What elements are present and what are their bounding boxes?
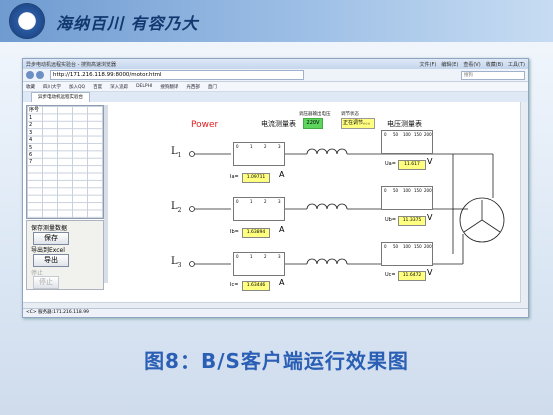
current-meter-title: 电流测量表 xyxy=(261,120,296,128)
university-logo xyxy=(9,3,45,39)
ammeter-c: 0123 xyxy=(233,252,285,276)
menu-edit[interactable]: 编辑(E) xyxy=(441,61,458,68)
browser-title: 异步电动机远程实验台 - 搜狗高速浏览器 xyxy=(26,61,116,68)
back-icon[interactable] xyxy=(26,71,34,79)
current-b-unit: A xyxy=(279,225,285,234)
ammeter-b: 0123 xyxy=(233,197,285,221)
adjust-status-label: 调节状态 xyxy=(341,112,359,117)
menu-tools[interactable]: 工具(T) xyxy=(508,61,525,68)
voltmeter-c: 0 50 100 150 200 xyxy=(381,242,433,266)
regulator-label: 调压器输出电压 xyxy=(299,112,331,117)
voltmeter-b: 0 50 100 150 200 xyxy=(381,186,433,210)
fav-item[interactable]: 搜狗翻译 xyxy=(160,84,178,90)
voltage-c-value: 11.6472 xyxy=(398,271,426,281)
voltage-c-name: Uc= xyxy=(385,272,396,278)
slide-caption: 图8：B/S客户端运行效果图 xyxy=(144,349,409,373)
fav-item[interactable]: 百度 xyxy=(93,84,102,90)
browser-window: 异步电动机远程实验台 - 搜狗高速浏览器 文件(F) 编辑(E) 查看(V) 收… xyxy=(22,58,529,318)
current-c-unit: A xyxy=(279,278,285,287)
forward-icon[interactable] xyxy=(36,71,44,79)
fav-item[interactable]: 直门 xyxy=(208,84,217,90)
line-label-l3: L3 xyxy=(171,256,182,269)
fav-item[interactable]: 收藏 xyxy=(26,84,35,90)
tab-motor-lab[interactable]: 异步电动机远程实验台 xyxy=(31,92,90,102)
page-content: 序号 1 2 3 4 5 6 7 保存测量数据 保存 导出到Excel 导出 停… xyxy=(23,102,528,309)
voltage-b-name: Ub= xyxy=(385,217,397,223)
favorites-bar: 收藏 四川大学 加入QQ 百度 深入追踪 DELPHI 搜狗翻译 光西部 直门 xyxy=(23,82,528,92)
address-bar: http://171.216.118.99:8000/motor.html 搜狗 xyxy=(23,69,528,82)
menu-file[interactable]: 文件(F) xyxy=(420,61,437,68)
line-label-l2: L2 xyxy=(171,201,182,214)
current-c-name: Ic= xyxy=(230,282,239,288)
fav-item[interactable]: DELPHI xyxy=(136,84,152,89)
current-a-name: Ia= xyxy=(230,174,239,180)
voltage-b-value: 11.3375 xyxy=(398,216,426,226)
voltage-a-name: Ua= xyxy=(385,161,396,167)
fav-item[interactable]: 光西部 xyxy=(186,84,200,90)
voltage-a-value: 11.617 xyxy=(398,160,426,170)
fav-item[interactable]: 四川大学 xyxy=(43,84,61,90)
voltage-meter-title: 电压测量表 xyxy=(387,120,422,128)
current-b-name: Ib= xyxy=(230,229,239,235)
browser-titlebar: 异步电动机远程实验台 - 搜狗高速浏览器 文件(F) 编辑(E) 查看(V) 收… xyxy=(23,59,528,69)
menu-favorites[interactable]: 收藏(B) xyxy=(486,61,503,68)
vertical-scrollbar[interactable] xyxy=(520,102,528,309)
menu-view[interactable]: 查看(V) xyxy=(463,61,480,68)
regulator-value: 220V xyxy=(303,118,323,129)
voltage-c-unit: V xyxy=(427,268,433,277)
voltage-b-unit: V xyxy=(427,213,433,222)
current-a-unit: A xyxy=(279,170,285,179)
status-bar: <C> 服务器:171.216.118.99 xyxy=(23,308,528,317)
voltage-a-unit: V xyxy=(427,157,433,166)
fav-item[interactable]: 深入追踪 xyxy=(110,84,128,90)
search-input[interactable]: 搜狗 xyxy=(461,70,525,80)
line-label-l1: L1 xyxy=(171,146,182,159)
current-c-value: 1.63446 xyxy=(242,281,270,291)
url-input[interactable]: http://171.216.118.99:8000/motor.html xyxy=(50,70,304,80)
slide-motto: 海纳百川 有容乃大 xyxy=(56,14,199,33)
fav-item[interactable]: 加入QQ xyxy=(69,84,85,90)
slide-header: 海纳百川 有容乃大 xyxy=(0,0,553,42)
voltmeter-a: 0 50 100 150 200 xyxy=(381,130,433,154)
current-a-value: 1.09711 xyxy=(242,173,270,183)
power-label: Power xyxy=(191,120,219,130)
ammeter-a: 0123 xyxy=(233,142,285,166)
current-b-value: 1.63894 xyxy=(242,228,270,238)
adjust-status-value: 正在调节。。。 xyxy=(341,118,375,129)
